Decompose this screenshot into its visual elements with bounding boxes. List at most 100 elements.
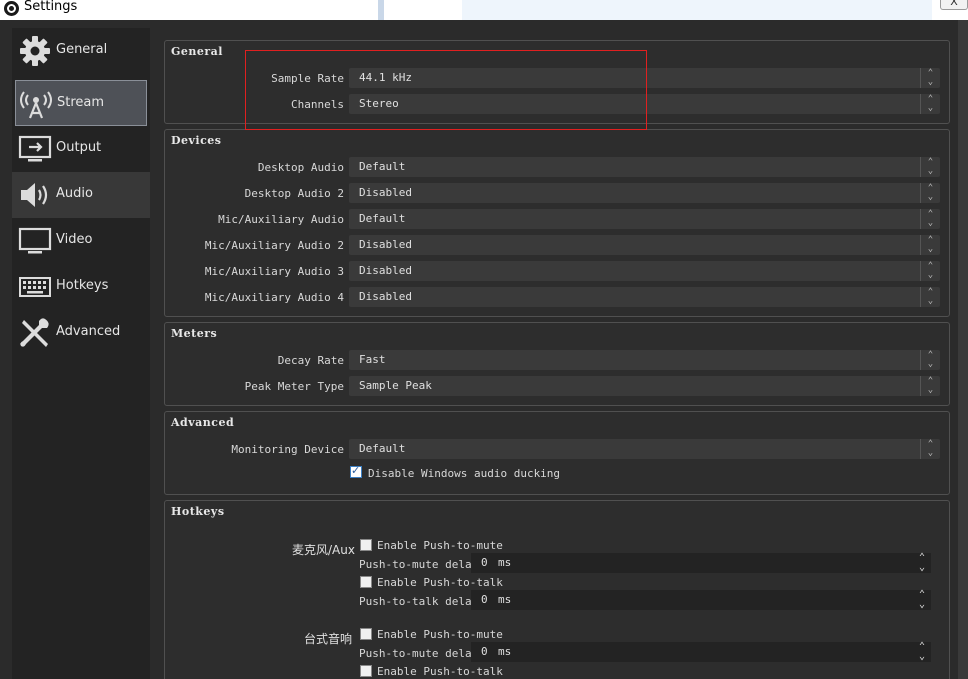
channels-select[interactable]: Stereo ⌃ ⌄ <box>349 94 940 114</box>
push-to-talk-delay-label: Push-to-talk delay <box>359 595 479 608</box>
mic-aux-audio-2-value: Disabled <box>359 238 412 251</box>
decay-rate-select[interactable]: Fast ⌃ ⌄ <box>349 350 940 370</box>
desktop-audio-2-label: Desktop Audio 2 <box>244 187 344 200</box>
sidebar-item-hotkeys[interactable]: Hotkeys <box>15 264 147 310</box>
sidebar-item-label: Video <box>56 232 93 247</box>
scrollbar[interactable] <box>958 20 968 679</box>
sidebar-item-general[interactable]: General <box>15 28 147 74</box>
sidebar-item-label: Advanced <box>56 324 121 339</box>
mic-aux-audio-value: Default <box>359 212 406 225</box>
sidebar-item-output[interactable]: Output <box>15 126 147 172</box>
push-to-talk-delay-input[interactable]: 0 ms ⌃ ⌄ <box>471 590 931 610</box>
push-to-mute-checkbox[interactable] <box>360 628 372 640</box>
push-to-talk-delay-unit: ms <box>498 593 512 606</box>
updown-arrows-icon: ⌃ ⌄ <box>920 157 940 177</box>
updown-arrows-icon: ⌃ ⌄ <box>920 209 940 229</box>
sample-rate-label: Sample Rate <box>271 72 344 85</box>
decay-rate-label: Decay Rate <box>277 354 344 367</box>
updown-arrows-icon: ⌃ ⌄ <box>920 439 940 459</box>
sidebar-item-label: Audio <box>56 186 93 201</box>
sample-rate-select[interactable]: 44.1 kHz ⌃ ⌄ <box>349 68 940 88</box>
monitoring-device-value: Default <box>359 442 406 455</box>
group-title-hotkeys: Hotkeys <box>171 505 225 518</box>
close-button[interactable]: X <box>940 0 968 10</box>
mic-aux-audio-select[interactable]: Default ⌃ ⌄ <box>349 209 940 229</box>
push-to-mute-delay-input[interactable]: 0 ms ⌃ ⌄ <box>471 642 931 662</box>
updown-arrows-icon: ⌃ ⌄ <box>920 183 940 203</box>
updown-arrows-icon: ⌃ ⌄ <box>920 68 940 88</box>
broadcast-tower-icon <box>20 91 52 119</box>
channels-value: Stereo <box>359 97 399 110</box>
sidebar-item-audio[interactable]: Audio <box>12 172 150 218</box>
push-to-mute-delay-label: Push-to-mute delay <box>359 558 479 571</box>
gear-icon <box>20 36 50 66</box>
sidebar-item-label: Hotkeys <box>56 278 109 293</box>
push-to-mute-delay-input[interactable]: 0 ms ⌃ ⌄ <box>471 553 931 573</box>
hotkey-source-name: 麦克风/Aux <box>292 543 355 557</box>
disable-ducking-label: Disable Windows audio ducking <box>368 467 561 480</box>
sidebar-item-label: Output <box>56 140 102 155</box>
speaker-icon <box>21 183 48 207</box>
monitor-icon <box>18 227 52 254</box>
obs-app-icon <box>4 1 19 16</box>
window-title: Settings <box>24 0 78 14</box>
updown-arrows-icon: ⌃ ⌄ <box>920 376 940 396</box>
spin-arrows-icon[interactable]: ⌃ ⌄ <box>913 553 931 575</box>
sidebar-item-stream[interactable]: Stream <box>15 80 147 126</box>
channels-label: Channels <box>291 98 344 111</box>
background-window-edge <box>378 0 384 20</box>
updown-arrows-icon: ⌃ ⌄ <box>920 287 940 307</box>
decay-rate-value: Fast <box>359 353 386 366</box>
sidebar-item-advanced[interactable]: Advanced <box>15 310 147 356</box>
mic-aux-audio-2-select[interactable]: Disabled ⌃ ⌄ <box>349 235 940 255</box>
peak-meter-type-value: Sample Peak <box>359 379 432 392</box>
mic-aux-audio-3-select[interactable]: Disabled ⌃ ⌄ <box>349 261 940 281</box>
sample-rate-value: 44.1 kHz <box>359 71 412 84</box>
mic-aux-audio-2-label: Mic/Auxiliary Audio 2 <box>204 239 344 252</box>
updown-arrows-icon: ⌃ ⌄ <box>920 235 940 255</box>
push-to-mute-label: Enable Push-to-mute <box>377 539 503 552</box>
group-title-advanced: Advanced <box>171 416 235 429</box>
push-to-mute-checkbox[interactable] <box>360 539 372 551</box>
desktop-audio-label: Desktop Audio <box>257 161 344 174</box>
peak-meter-type-select[interactable]: Sample Peak ⌃ ⌄ <box>349 376 940 396</box>
group-title-meters: Meters <box>171 327 218 340</box>
monitoring-device-select[interactable]: Default ⌃ ⌄ <box>349 439 940 459</box>
desktop-audio-2-value: Disabled <box>359 186 412 199</box>
monitoring-device-label: Monitoring Device <box>231 443 344 456</box>
push-to-mute-delay-unit: ms <box>498 556 512 569</box>
sidebar-item-label: Stream <box>57 95 105 110</box>
disable-ducking-checkbox[interactable] <box>350 464 362 478</box>
mic-aux-audio-3-value: Disabled <box>359 264 412 277</box>
spin-arrows-icon[interactable]: ⌃ ⌄ <box>913 642 931 664</box>
push-to-mute-delay-label: Push-to-mute delay <box>359 647 479 660</box>
sidebar: General Stream Output Audio Video Hotkey… <box>12 28 150 679</box>
title-bar: Settings X <box>0 0 968 20</box>
keyboard-icon <box>19 277 51 297</box>
push-to-mute-delay-unit: ms <box>498 645 512 658</box>
sidebar-item-label: General <box>56 42 108 57</box>
desktop-audio-value: Default <box>359 160 406 173</box>
mic-aux-audio-3-label: Mic/Auxiliary Audio 3 <box>204 265 344 278</box>
mic-aux-audio-label: Mic/Auxiliary Audio <box>218 213 344 226</box>
desktop-audio-2-select[interactable]: Disabled ⌃ ⌄ <box>349 183 940 203</box>
mic-aux-audio-4-value: Disabled <box>359 290 412 303</box>
push-to-talk-label: Enable Push-to-talk <box>377 576 503 589</box>
push-to-talk-checkbox[interactable] <box>360 665 372 677</box>
push-to-mute-delay-value: 0 <box>481 556 488 569</box>
sidebar-item-video[interactable]: Video <box>15 218 147 264</box>
push-to-talk-label: Enable Push-to-talk <box>377 665 503 678</box>
updown-arrows-icon: ⌃ ⌄ <box>920 94 940 114</box>
group-title-general: General <box>171 45 223 58</box>
updown-arrows-icon: ⌃ ⌄ <box>920 261 940 281</box>
push-to-talk-delay-value: 0 <box>481 593 488 606</box>
push-to-talk-checkbox[interactable] <box>360 576 372 588</box>
hotkey-source-name: 台式音响 <box>304 632 353 646</box>
mic-aux-audio-4-select[interactable]: Disabled ⌃ ⌄ <box>349 287 940 307</box>
background-window-area <box>462 0 932 20</box>
spin-arrows-icon[interactable]: ⌃ ⌄ <box>913 590 931 612</box>
push-to-mute-label: Enable Push-to-mute <box>377 628 503 641</box>
desktop-audio-select[interactable]: Default ⌃ ⌄ <box>349 157 940 177</box>
peak-meter-type-label: Peak Meter Type <box>244 380 344 393</box>
push-to-mute-delay-value: 0 <box>481 645 488 658</box>
